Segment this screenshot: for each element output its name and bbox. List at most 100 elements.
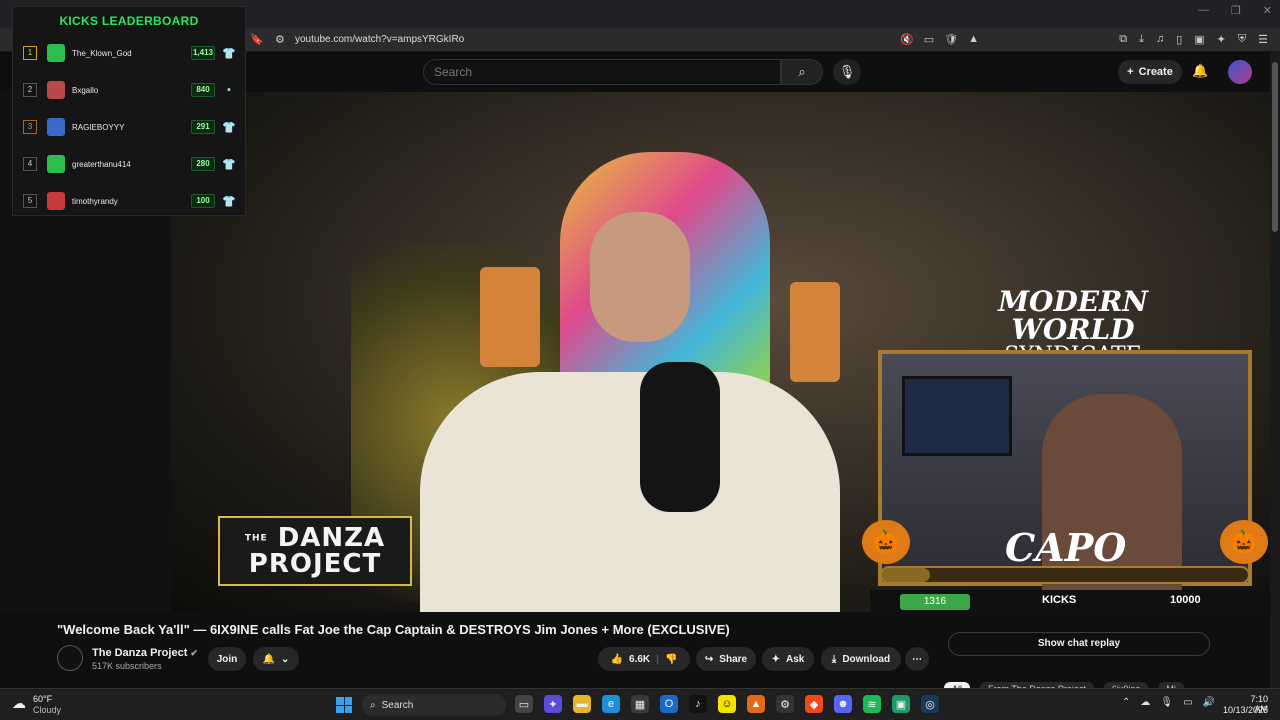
- voice-search-button[interactable]: 🎙: [833, 59, 861, 85]
- thumbs-down-icon[interactable]: 👎: [665, 654, 677, 665]
- search-input[interactable]: [424, 60, 754, 84]
- menu-icon[interactable]: ☰: [1258, 33, 1268, 46]
- rank-badge: 2: [23, 83, 37, 97]
- volume-icon[interactable]: 🔊: [1203, 697, 1215, 708]
- notifications-bell-icon[interactable]: 🔔: [1192, 63, 1208, 79]
- leaderboard-title: KICKS LEADERBOARD: [59, 14, 199, 28]
- user-name: greaterthanu414: [72, 159, 131, 169]
- user-name: RAGIEBOYYY: [72, 122, 125, 132]
- user-avatar: [47, 44, 65, 62]
- address-bar-actions: 🔇 ▭ 🛡 ▲: [900, 33, 979, 46]
- microphone-icon: 🎙: [838, 64, 856, 79]
- copilot-icon[interactable]: ✦: [544, 695, 562, 713]
- network-icon[interactable]: ▭: [1183, 697, 1192, 708]
- site-settings-icon[interactable]: ⚙: [275, 33, 285, 46]
- page-scrollbar[interactable]: [1270, 52, 1280, 688]
- user-name: timothyrandy: [72, 196, 118, 206]
- score-badge: 291: [191, 120, 215, 134]
- leaderboard-row: 3 RAGIEBOYYY 291 👕: [23, 113, 237, 141]
- like-count: 6.6K: [629, 653, 651, 665]
- file-explorer-icon[interactable]: ▬: [573, 695, 591, 713]
- download-icon: ⤓: [831, 653, 837, 665]
- cast-icon[interactable]: ▭: [924, 33, 934, 46]
- tiktok-icon[interactable]: ♪: [689, 695, 707, 713]
- ask-button[interactable]: ✦ Ask: [762, 647, 814, 671]
- user-name: Bxgallo: [72, 85, 99, 95]
- logo-line2: PROJECT: [248, 549, 382, 580]
- scroll-thumb[interactable]: [1272, 62, 1278, 232]
- mws-line1: MODERN WORLD: [998, 285, 1148, 346]
- app-icon[interactable]: ▲: [747, 695, 765, 713]
- mute-icon[interactable]: 🔇: [900, 33, 914, 46]
- channel-name-row[interactable]: The Danza Project ✔: [92, 647, 198, 659]
- minimize-icon[interactable]: —: [1198, 4, 1209, 17]
- join-button[interactable]: Join: [208, 647, 246, 671]
- share-button[interactable]: ↪ Share: [696, 647, 756, 671]
- restore-icon[interactable]: ❐: [1231, 4, 1241, 17]
- weather-icon[interactable]: ☁: [12, 695, 26, 712]
- snapchat-icon[interactable]: ☺: [718, 695, 736, 713]
- music-icon[interactable]: ♫: [1156, 33, 1164, 46]
- cloud-icon[interactable]: ☁: [1140, 697, 1150, 708]
- clock-date[interactable]: 10/13/2025: [1220, 705, 1268, 715]
- toolbar-icons: ⧉ ⤓ ♫ ▯ ▣ ✦ ⛨ ☰: [1119, 33, 1268, 46]
- taskbar-search[interactable]: ⌕ Search: [362, 694, 506, 716]
- spotify-icon[interactable]: ≋: [863, 695, 881, 713]
- download-icon[interactable]: ⤓: [1139, 33, 1144, 46]
- danza-project-logo: THE DANZA PROJECT: [218, 516, 412, 586]
- rank-badge: 1: [23, 46, 37, 60]
- app-green-icon[interactable]: ▣: [892, 695, 910, 713]
- wallet-icon[interactable]: ▣: [1194, 33, 1204, 46]
- user-avatar: [47, 192, 65, 210]
- rewards-icon[interactable]: ▲: [968, 33, 979, 46]
- leaderboard-row: 5 timothyrandy 100 👕: [23, 187, 237, 215]
- brave-icon[interactable]: ◆: [805, 695, 823, 713]
- leo-icon[interactable]: ✦: [1217, 33, 1226, 46]
- sidebar-icon[interactable]: ▯: [1176, 33, 1182, 46]
- logo-line1: DANZA: [277, 522, 386, 553]
- pumpkin-icon: 🎃: [862, 520, 910, 564]
- kicks-progress-fill: [882, 568, 930, 582]
- leaderboard-row: 4 greaterthanu414 280 👕: [23, 150, 237, 178]
- account-avatar[interactable]: [1228, 60, 1252, 84]
- task-view-icon[interactable]: ▭: [515, 695, 533, 713]
- edge-icon[interactable]: e: [602, 695, 620, 713]
- channel-avatar[interactable]: [57, 645, 83, 671]
- like-dislike-button[interactable]: 👍 6.6K | 👎: [598, 647, 690, 671]
- kicks-current: 1316: [900, 594, 970, 610]
- brave-shield-icon[interactable]: 🛡: [944, 33, 958, 46]
- score-badge: 280: [191, 157, 215, 171]
- discord-icon[interactable]: ☻: [834, 695, 852, 713]
- flag-icon: ▪: [227, 84, 231, 96]
- start-button[interactable]: [336, 697, 352, 713]
- vpn-icon[interactable]: ⛨: [1238, 33, 1246, 46]
- tabs-icon[interactable]: ⧉: [1119, 33, 1127, 46]
- show-chat-replay-button[interactable]: Show chat replay: [948, 632, 1210, 656]
- ask-label: Ask: [786, 653, 805, 665]
- download-label: Download: [842, 653, 891, 665]
- taskbar-search-label: Search: [381, 699, 414, 711]
- search-button[interactable]: ⌕: [781, 59, 823, 85]
- microphone-icon[interactable]: 🎙: [1160, 697, 1173, 708]
- settings-icon[interactable]: ⚙: [776, 695, 794, 713]
- steam-icon[interactable]: ◎: [921, 695, 939, 713]
- more-actions-button[interactable]: ⋯: [905, 647, 929, 671]
- download-button[interactable]: ⤓ Download: [821, 647, 901, 671]
- url-field[interactable]: youtube.com/watch?v=ampsYRGkIRo: [295, 34, 464, 45]
- kicks-label: KICKS: [1042, 594, 1077, 606]
- monitor: [902, 376, 1012, 456]
- search-icon: ⌕: [370, 699, 376, 711]
- store-icon[interactable]: ▦: [631, 695, 649, 713]
- create-button[interactable]: + Create: [1118, 60, 1182, 84]
- leaderboard-row: 2 Bxgallo 840 ▪: [23, 76, 237, 104]
- channel-name[interactable]: The Danza Project: [92, 647, 187, 659]
- score-badge: 1,413: [191, 46, 215, 60]
- close-icon[interactable]: ✕: [1263, 4, 1272, 17]
- outlook-icon[interactable]: O: [660, 695, 678, 713]
- subscription-bell-button[interactable]: 🔔 ⌄: [253, 647, 299, 671]
- bookmark-icon[interactable]: 🔖: [250, 33, 264, 46]
- subscriber-count: 517K subscribers: [92, 661, 162, 671]
- user-name: The_Klown_God: [72, 48, 132, 58]
- chevron-up-icon[interactable]: ⌃: [1122, 697, 1130, 708]
- pumpkin-icon: 🎃: [1220, 520, 1268, 564]
